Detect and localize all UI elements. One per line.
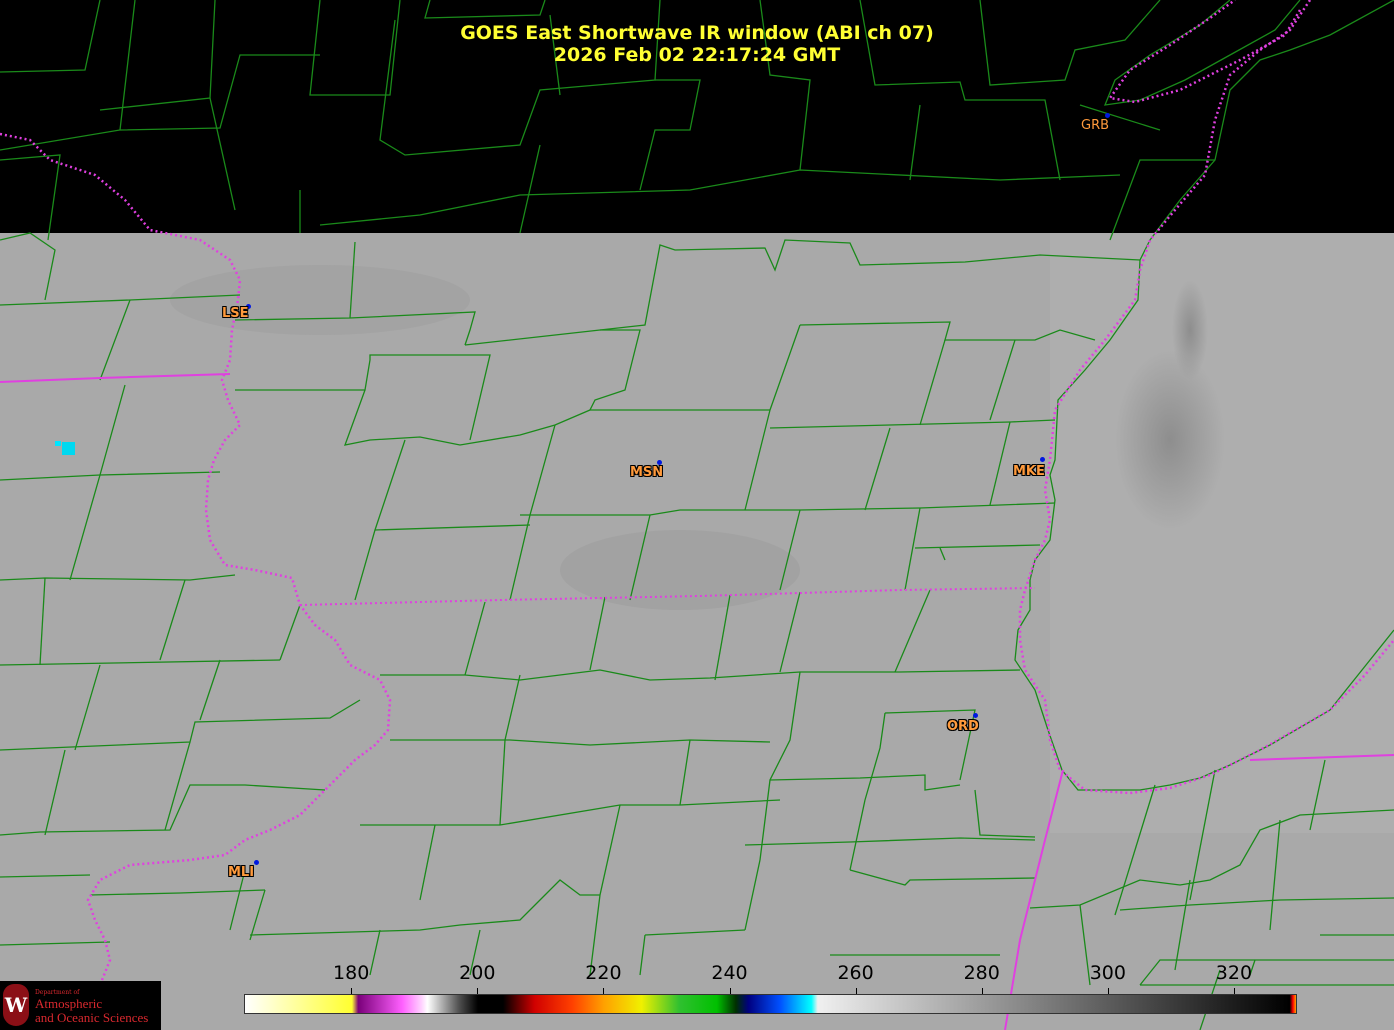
colorbar-tick-mark [1107, 988, 1109, 994]
city-label-msn: MSN [630, 465, 664, 480]
colorbar-tick-label: 320 [1215, 962, 1253, 984]
city-label-grb: GRB [1081, 118, 1110, 133]
city-label-mke: MKE [1013, 464, 1045, 479]
colorbar-tick-label: 200 [459, 962, 496, 984]
uw-seal-icon: W [3, 984, 29, 1026]
temperature-colorbar [244, 994, 1297, 1014]
cloud-band-north [170, 265, 470, 335]
colorbar-tick-mark [729, 988, 731, 994]
colorbar-tick-label: 240 [711, 962, 748, 984]
cold-pixel [55, 441, 61, 446]
image-title: GOES East Shortwave IR window (ABI ch 07… [460, 22, 934, 44]
colorbar-tick-mark [603, 988, 605, 994]
city-label-mli: MLI [228, 865, 255, 880]
colorbar-tick-mark [981, 988, 983, 994]
city-label-ord: ORD [947, 719, 979, 734]
logo-line2: and Oceanic Sciences [35, 1010, 149, 1025]
logo-department: Department of [35, 989, 80, 996]
colorbar-tick-label: 280 [963, 962, 1000, 984]
colorbar-tick-label: 220 [585, 962, 622, 984]
lake-michigan-shade [1050, 233, 1394, 833]
station-dot-mke [1040, 457, 1045, 462]
satellite-image-viewer: GOES East Shortwave IR window (ABI ch 07… [0, 0, 1394, 1030]
aos-logo: W Department of Atmospheric and Oceanic … [0, 981, 161, 1030]
colorbar-tick-label: 260 [837, 962, 874, 984]
station-dot-ord [973, 713, 978, 718]
station-dot-mli [254, 860, 259, 865]
colorbar-tick-label: 180 [333, 962, 370, 984]
image-timestamp: 2026 Feb 02 22:17:24 GMT [553, 44, 841, 66]
cold-pixel [62, 442, 75, 455]
colorbar-tick-mark [477, 988, 479, 994]
colorbar-tick-label: 300 [1089, 962, 1126, 984]
colorbar-tick-mark [1233, 988, 1235, 994]
seal-letter: W [4, 993, 28, 1017]
map-canvas [0, 0, 1394, 1030]
colorbar-tick-mark [855, 988, 857, 994]
cold-streak-north [1172, 280, 1208, 380]
colorbar-tick-mark [351, 988, 353, 994]
city-label-lse: LSE [222, 306, 249, 321]
cold-streak [1115, 350, 1225, 530]
